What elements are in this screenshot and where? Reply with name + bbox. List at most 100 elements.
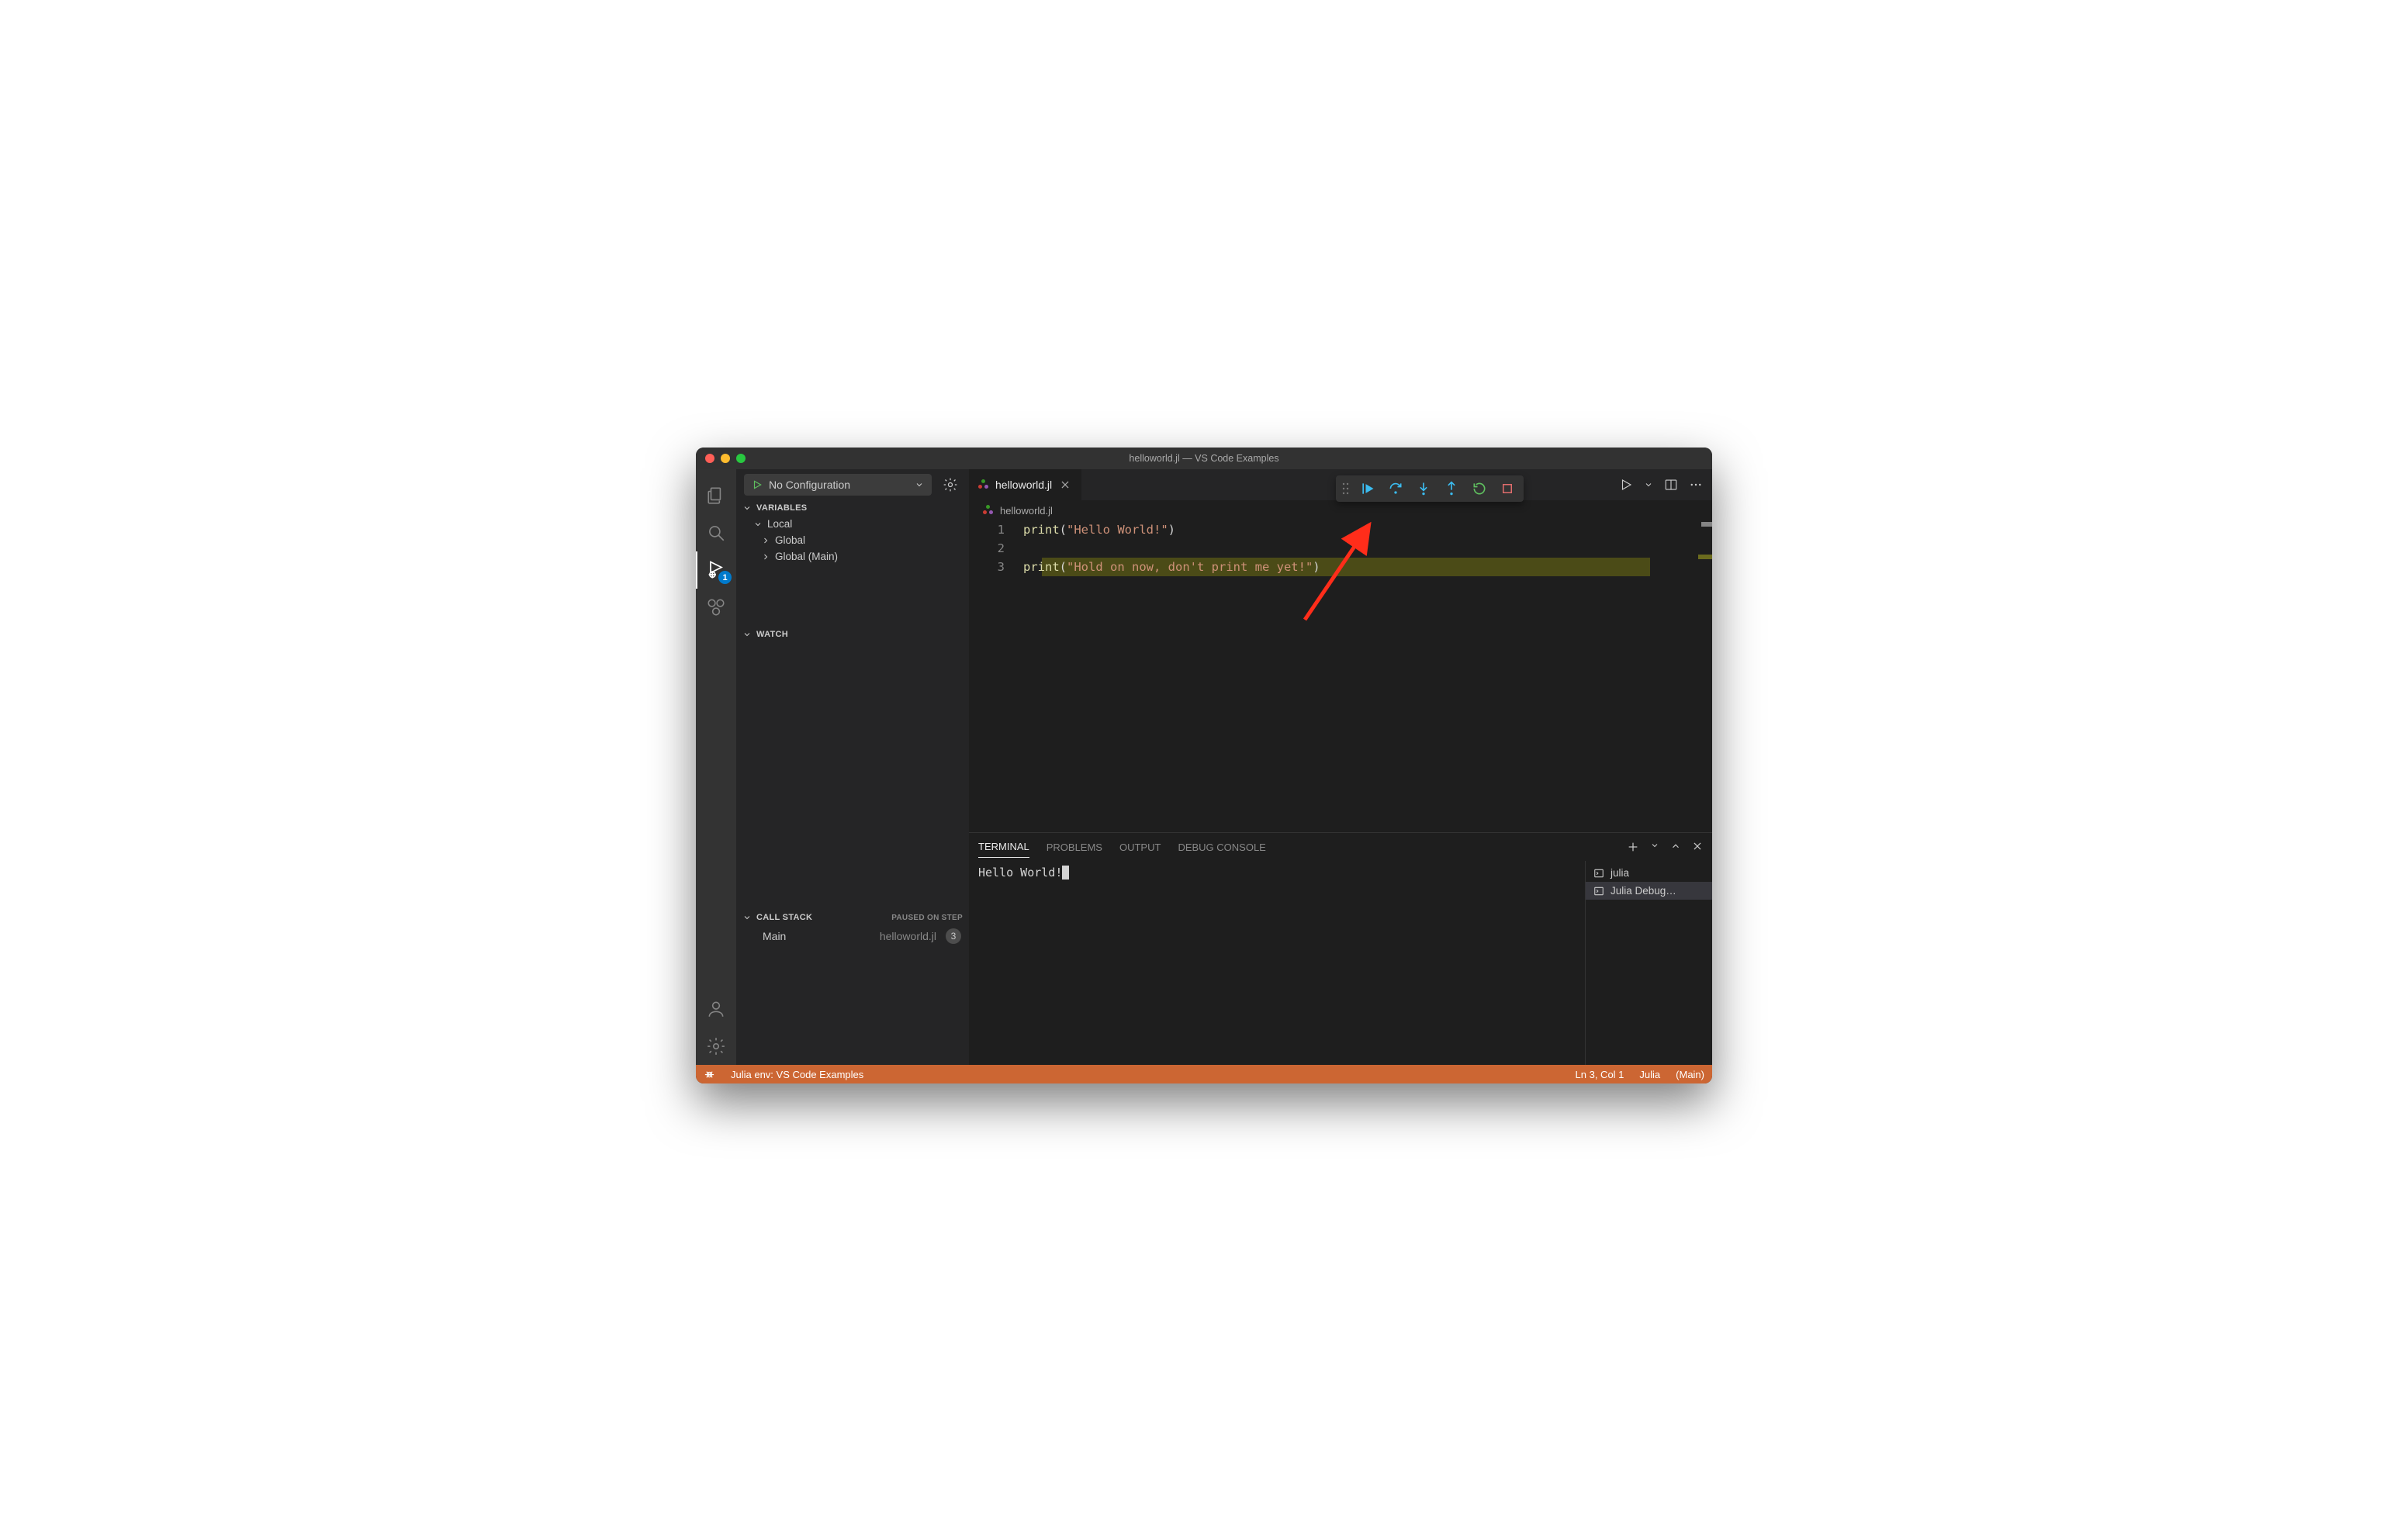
var-scope-local[interactable]: Local (736, 516, 969, 532)
debug-config-label: No Configuration (769, 479, 850, 491)
chevron-down-icon (742, 913, 752, 922)
terminal-item-julia[interactable]: julia (1586, 864, 1712, 882)
step-out-button[interactable] (1441, 479, 1462, 499)
run-dropdown-button[interactable] (1644, 480, 1653, 489)
terminal-item-label: Julia Debug… (1611, 885, 1676, 897)
terminal-list: julia Julia Debug… (1585, 861, 1712, 1065)
close-panel-button[interactable] (1692, 841, 1703, 853)
restart-button[interactable] (1469, 479, 1489, 499)
status-julia-env[interactable]: Julia env: VS Code Examples (723, 1065, 871, 1083)
callstack-frame[interactable]: Main helloworld.jl 3 (736, 925, 969, 947)
chevron-up-icon (1670, 841, 1681, 852)
run-debug-tab[interactable]: 1 (696, 551, 736, 589)
extensions-icon (706, 597, 726, 617)
tab-close-button[interactable] (1058, 478, 1072, 492)
split-editor-button[interactable] (1664, 478, 1678, 492)
tab-filename: helloworld.jl (995, 479, 1052, 491)
line-number: 1 (969, 523, 1023, 537)
terminal-item-debug[interactable]: Julia Debug… (1586, 882, 1712, 900)
accounts-tab[interactable] (696, 990, 736, 1028)
editor-tab[interactable]: helloworld.jl (969, 469, 1081, 500)
step-out-icon (1444, 481, 1459, 496)
gear-icon (706, 1036, 726, 1056)
var-scope-label: Global (775, 534, 805, 546)
chevron-right-icon (761, 536, 770, 545)
chevron-down-icon (1644, 480, 1653, 489)
terminal-text: Hello World! (978, 866, 1062, 880)
panel-tab-terminal[interactable]: TERMINAL (978, 836, 1029, 858)
step-into-icon (1416, 481, 1431, 496)
settings-tab[interactable] (696, 1028, 736, 1065)
code-editor[interactable]: 1 print("Hello World!") 2 3 print("Hold … (969, 520, 1712, 832)
explorer-tab[interactable] (696, 477, 736, 514)
editor-title-actions (1619, 478, 1712, 492)
account-icon (706, 999, 726, 1019)
terminal-icon (1593, 886, 1604, 897)
close-icon (1692, 841, 1703, 852)
restart-icon (1472, 481, 1487, 496)
activity-bar: 1 (696, 469, 736, 1065)
step-over-icon (1388, 481, 1403, 496)
debug-toolbar-grip[interactable] (1342, 482, 1350, 496)
var-scope-global[interactable]: Global (736, 532, 969, 548)
debug-sidebar-toolbar: No Configuration (736, 469, 969, 500)
watch-section-header[interactable]: WATCH (736, 627, 969, 642)
debug-badge: 1 (718, 571, 732, 584)
run-file-button[interactable] (1619, 478, 1633, 492)
plus-icon (1627, 841, 1639, 853)
callstack-line-badge: 3 (946, 928, 961, 944)
code-line: 3 print("Hold on now, don't print me yet… (969, 558, 1712, 576)
search-tab[interactable] (696, 514, 736, 551)
breadcrumb-label: helloworld.jl (1000, 505, 1053, 517)
callstack-file: helloworld.jl (880, 930, 936, 942)
continue-icon (1360, 481, 1375, 496)
chevron-down-icon (742, 630, 752, 639)
vscode-window: helloworld.jl — VS Code Examples 1 (696, 448, 1712, 1083)
search-icon (706, 523, 726, 543)
step-over-button[interactable] (1386, 479, 1406, 499)
debug-config-dropdown[interactable]: No Configuration (744, 474, 932, 496)
breadcrumb[interactable]: helloworld.jl (969, 500, 1712, 520)
panel-tab-problems[interactable]: PROBLEMS (1047, 837, 1102, 858)
chevron-down-icon (742, 503, 752, 513)
line-number: 2 (969, 541, 1023, 555)
callstack-section-header[interactable]: CALL STACK PAUSED ON STEP (736, 910, 969, 925)
more-actions-button[interactable] (1689, 478, 1703, 492)
gear-icon (943, 477, 958, 492)
callstack-status: PAUSED ON STEP (891, 914, 963, 922)
status-language[interactable]: Julia (1631, 1065, 1668, 1083)
status-cursor-pos[interactable]: Ln 3, Col 1 (1568, 1065, 1632, 1083)
terminal-dropdown-button[interactable] (1650, 841, 1659, 853)
split-icon (1664, 478, 1678, 492)
bug-icon (704, 1069, 715, 1080)
ellipsis-icon (1689, 478, 1703, 492)
chevron-down-icon (753, 520, 763, 529)
new-terminal-button[interactable] (1627, 841, 1639, 853)
terminal-output[interactable]: Hello World! (969, 861, 1585, 1065)
zoom-window-dot[interactable] (736, 454, 746, 463)
panel-tab-debug-console[interactable]: DEBUG CONSOLE (1178, 837, 1265, 858)
var-scope-label: Local (767, 518, 792, 530)
julia-file-icon (978, 479, 989, 490)
extensions-tab[interactable] (696, 589, 736, 626)
var-scope-label: Global (Main) (775, 551, 838, 562)
panel-tab-output[interactable]: OUTPUT (1119, 837, 1161, 858)
debug-toolbar[interactable] (1336, 475, 1524, 502)
status-julia-mode[interactable]: (Main) (1668, 1065, 1712, 1083)
minimize-window-dot[interactable] (721, 454, 730, 463)
variables-section-header[interactable]: VARIABLES (736, 500, 969, 516)
debug-settings-button[interactable] (939, 474, 961, 496)
minimap[interactable] (1652, 520, 1712, 832)
var-scope-global-main[interactable]: Global (Main) (736, 548, 969, 565)
close-window-dot[interactable] (705, 454, 714, 463)
continue-button[interactable] (1358, 479, 1378, 499)
variables-label: VARIABLES (756, 503, 807, 513)
step-into-button[interactable] (1413, 479, 1434, 499)
stop-button[interactable] (1497, 479, 1517, 499)
maximize-panel-button[interactable] (1670, 841, 1681, 853)
files-icon (706, 486, 726, 506)
play-icon (752, 479, 763, 490)
bottom-panel: TERMINAL PROBLEMS OUTPUT DEBUG CONSOLE H… (969, 832, 1712, 1065)
chevron-right-icon (761, 552, 770, 562)
status-debug-button[interactable] (696, 1065, 723, 1083)
